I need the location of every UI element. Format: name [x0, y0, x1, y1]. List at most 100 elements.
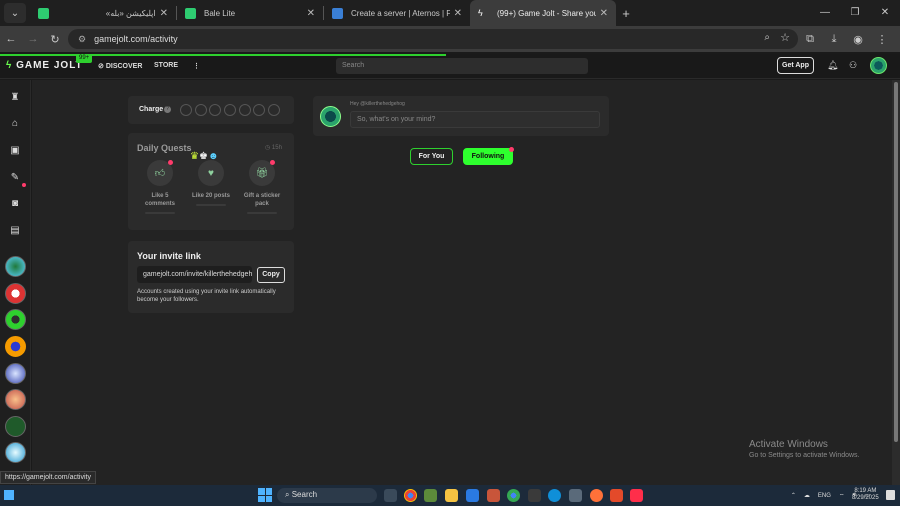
daily-quests-title: Daily Quests	[137, 143, 192, 153]
address-bar[interactable]: ⚙ gamejolt.com/activity ⌕ ☆	[68, 29, 798, 49]
community-avatar[interactable]	[5, 283, 26, 304]
page-load-progress	[0, 54, 446, 56]
browser-tab-aternos[interactable]: Create a server | Aternos | Free ✕	[324, 0, 470, 26]
task-view-icon[interactable]	[384, 489, 397, 502]
tab-search-button[interactable]: ⌄	[4, 3, 26, 23]
copy-button[interactable]: Copy	[257, 267, 285, 283]
game-icon[interactable]	[487, 489, 500, 502]
more-menu-icon[interactable]: ⋮	[193, 62, 200, 70]
minimize-icon[interactable]: —	[810, 0, 840, 26]
quest-label: Like 20 posts	[191, 193, 230, 199]
left-sidebar: ♜ ⌂ ▣ ✎ ◙ ▤	[0, 80, 31, 485]
chrome-icon[interactable]	[404, 489, 417, 502]
charge-orb	[268, 104, 280, 116]
notification-dot	[22, 183, 26, 187]
edge-icon[interactable]	[548, 489, 561, 502]
app-icon[interactable]	[630, 489, 643, 502]
tab-for-you[interactable]: For You	[410, 148, 453, 165]
menu-icon[interactable]: ⋮	[870, 33, 894, 46]
close-tab-icon[interactable]: ✕	[600, 8, 608, 19]
firefox-icon[interactable]	[590, 489, 603, 502]
site-search-input[interactable]: Search	[336, 58, 588, 74]
composer-greeting: Hey @killerthehedgehog	[350, 101, 405, 107]
minecraft-icon[interactable]	[424, 489, 437, 502]
media-icon[interactable]	[610, 489, 623, 502]
close-tab-icon[interactable]: ✕	[454, 8, 462, 19]
reload-icon[interactable]: ↻	[44, 33, 66, 46]
user-avatar[interactable]	[870, 57, 887, 74]
chrome-alt-icon[interactable]	[507, 489, 520, 502]
extensions-icon[interactable]: ⧉	[798, 33, 822, 46]
browser-actions: ⧉ ⤓ ◉ ⋮	[798, 26, 894, 52]
sidebar-shop-icon[interactable]: ⌂	[6, 114, 24, 132]
community-avatar[interactable]	[5, 309, 26, 330]
close-tab-icon[interactable]: ✕	[307, 8, 315, 19]
info-icon[interactable]: ?	[164, 106, 171, 113]
onedrive-icon[interactable]: ☁	[804, 492, 810, 499]
logo-text: GAME JOLT	[16, 60, 83, 71]
community-avatar[interactable]	[5, 256, 26, 277]
windows-taskbar: ⌕ Search ⌃ ☁ ENG ⌔ 🔊︎ ▭ 8:19 AM 8/29/202…	[0, 485, 900, 506]
clock-icon: ◷	[265, 145, 271, 151]
clock-time: 8:19 AM	[854, 488, 877, 494]
download-icon[interactable]: ⤓	[822, 33, 846, 46]
new-quest-dot	[270, 160, 275, 165]
community-avatar[interactable]	[5, 416, 26, 437]
zoom-icon[interactable]: ⌕	[764, 32, 770, 43]
compass-icon: ⊘	[98, 63, 104, 70]
get-app-button[interactable]: Get App	[777, 57, 814, 74]
discover-link[interactable]: ⊘ DISCOVER	[98, 62, 142, 70]
scrollbar-thumb[interactable]	[894, 82, 898, 442]
taskbar-clock[interactable]: 8:19 AM 8/29/2025	[852, 488, 879, 502]
tab-following[interactable]: Following	[463, 147, 514, 165]
sidebar-backpack-icon[interactable]: ▣	[6, 141, 24, 159]
friends-icon[interactable]: ⚇	[849, 60, 857, 71]
site-info-icon[interactable]: ⚙	[78, 34, 86, 45]
restore-icon[interactable]: ❐	[840, 0, 870, 26]
browser-tab-bale-lite[interactable]: Bale Lite ✕	[177, 0, 323, 26]
quest-item[interactable]: ♥ Like 20 posts	[189, 160, 233, 206]
wifi-icon[interactable]: ⌔	[839, 492, 845, 500]
bell-icon[interactable]: 🔔︎	[827, 60, 838, 71]
new-posts-dot	[509, 147, 514, 152]
close-tab-icon[interactable]: ✕	[160, 8, 168, 19]
store-link[interactable]: STORE	[154, 62, 178, 69]
close-window-icon[interactable]: ✕	[870, 0, 900, 26]
language-indicator[interactable]: ENG	[818, 493, 831, 499]
browser-tab-bale-app[interactable]: اپلیکیشن «بله» ✕	[30, 0, 176, 26]
community-avatar[interactable]	[5, 442, 26, 463]
thumbs-up-icon: 👍︎	[147, 160, 173, 186]
quest-label: Like 5 comments	[144, 193, 175, 207]
bookmark-star-icon[interactable]: ☆	[780, 31, 790, 44]
community-avatar[interactable]	[5, 336, 26, 357]
gamejolt-logo[interactable]: ϟ GAME JOLT	[6, 60, 83, 71]
taskbar-search[interactable]: ⌕ Search	[277, 488, 377, 503]
store-icon[interactable]	[466, 489, 479, 502]
quest-item[interactable]: 👍︎ Like 5 comments	[138, 160, 182, 214]
community-avatar[interactable]	[5, 389, 26, 410]
community-avatar[interactable]	[5, 363, 26, 384]
forward-icon[interactable]: →	[22, 33, 44, 45]
composer-avatar[interactable]	[320, 106, 341, 127]
notifications-icon[interactable]	[886, 490, 895, 500]
back-icon[interactable]: ←	[0, 33, 22, 45]
charge-orb	[195, 104, 207, 116]
browser-tab-gamejolt[interactable]: ϟ (99+) Game Jolt - Share your c ✕	[470, 0, 616, 26]
profile-icon[interactable]: ◉	[846, 33, 870, 46]
tab-title: Create a server | Aternos | Free	[351, 8, 450, 18]
quest-item[interactable]: 🎁︎ Gift a sticker pack	[240, 160, 284, 214]
calculator-icon[interactable]	[528, 489, 541, 502]
sidebar-library-icon[interactable]: ▤	[6, 221, 24, 239]
chevron-up-icon[interactable]: ⌃	[791, 492, 796, 499]
widgets-icon[interactable]	[4, 490, 14, 500]
file-explorer-icon[interactable]	[445, 489, 458, 502]
photos-icon[interactable]	[569, 489, 582, 502]
sidebar-activity-icon[interactable]: ♜	[6, 88, 24, 106]
start-button-icon[interactable]	[258, 488, 272, 502]
page-scrollbar[interactable]	[892, 80, 900, 485]
new-tab-button[interactable]: +	[616, 6, 636, 21]
invite-description: Accounts created using your invite link …	[137, 289, 276, 303]
sidebar-chat-icon[interactable]: ◙	[6, 194, 24, 212]
composer-input[interactable]: So, what's on your mind?	[350, 111, 600, 128]
invite-link-field[interactable]: gamejolt.com/invite/killerthehedgehog	[137, 266, 252, 283]
